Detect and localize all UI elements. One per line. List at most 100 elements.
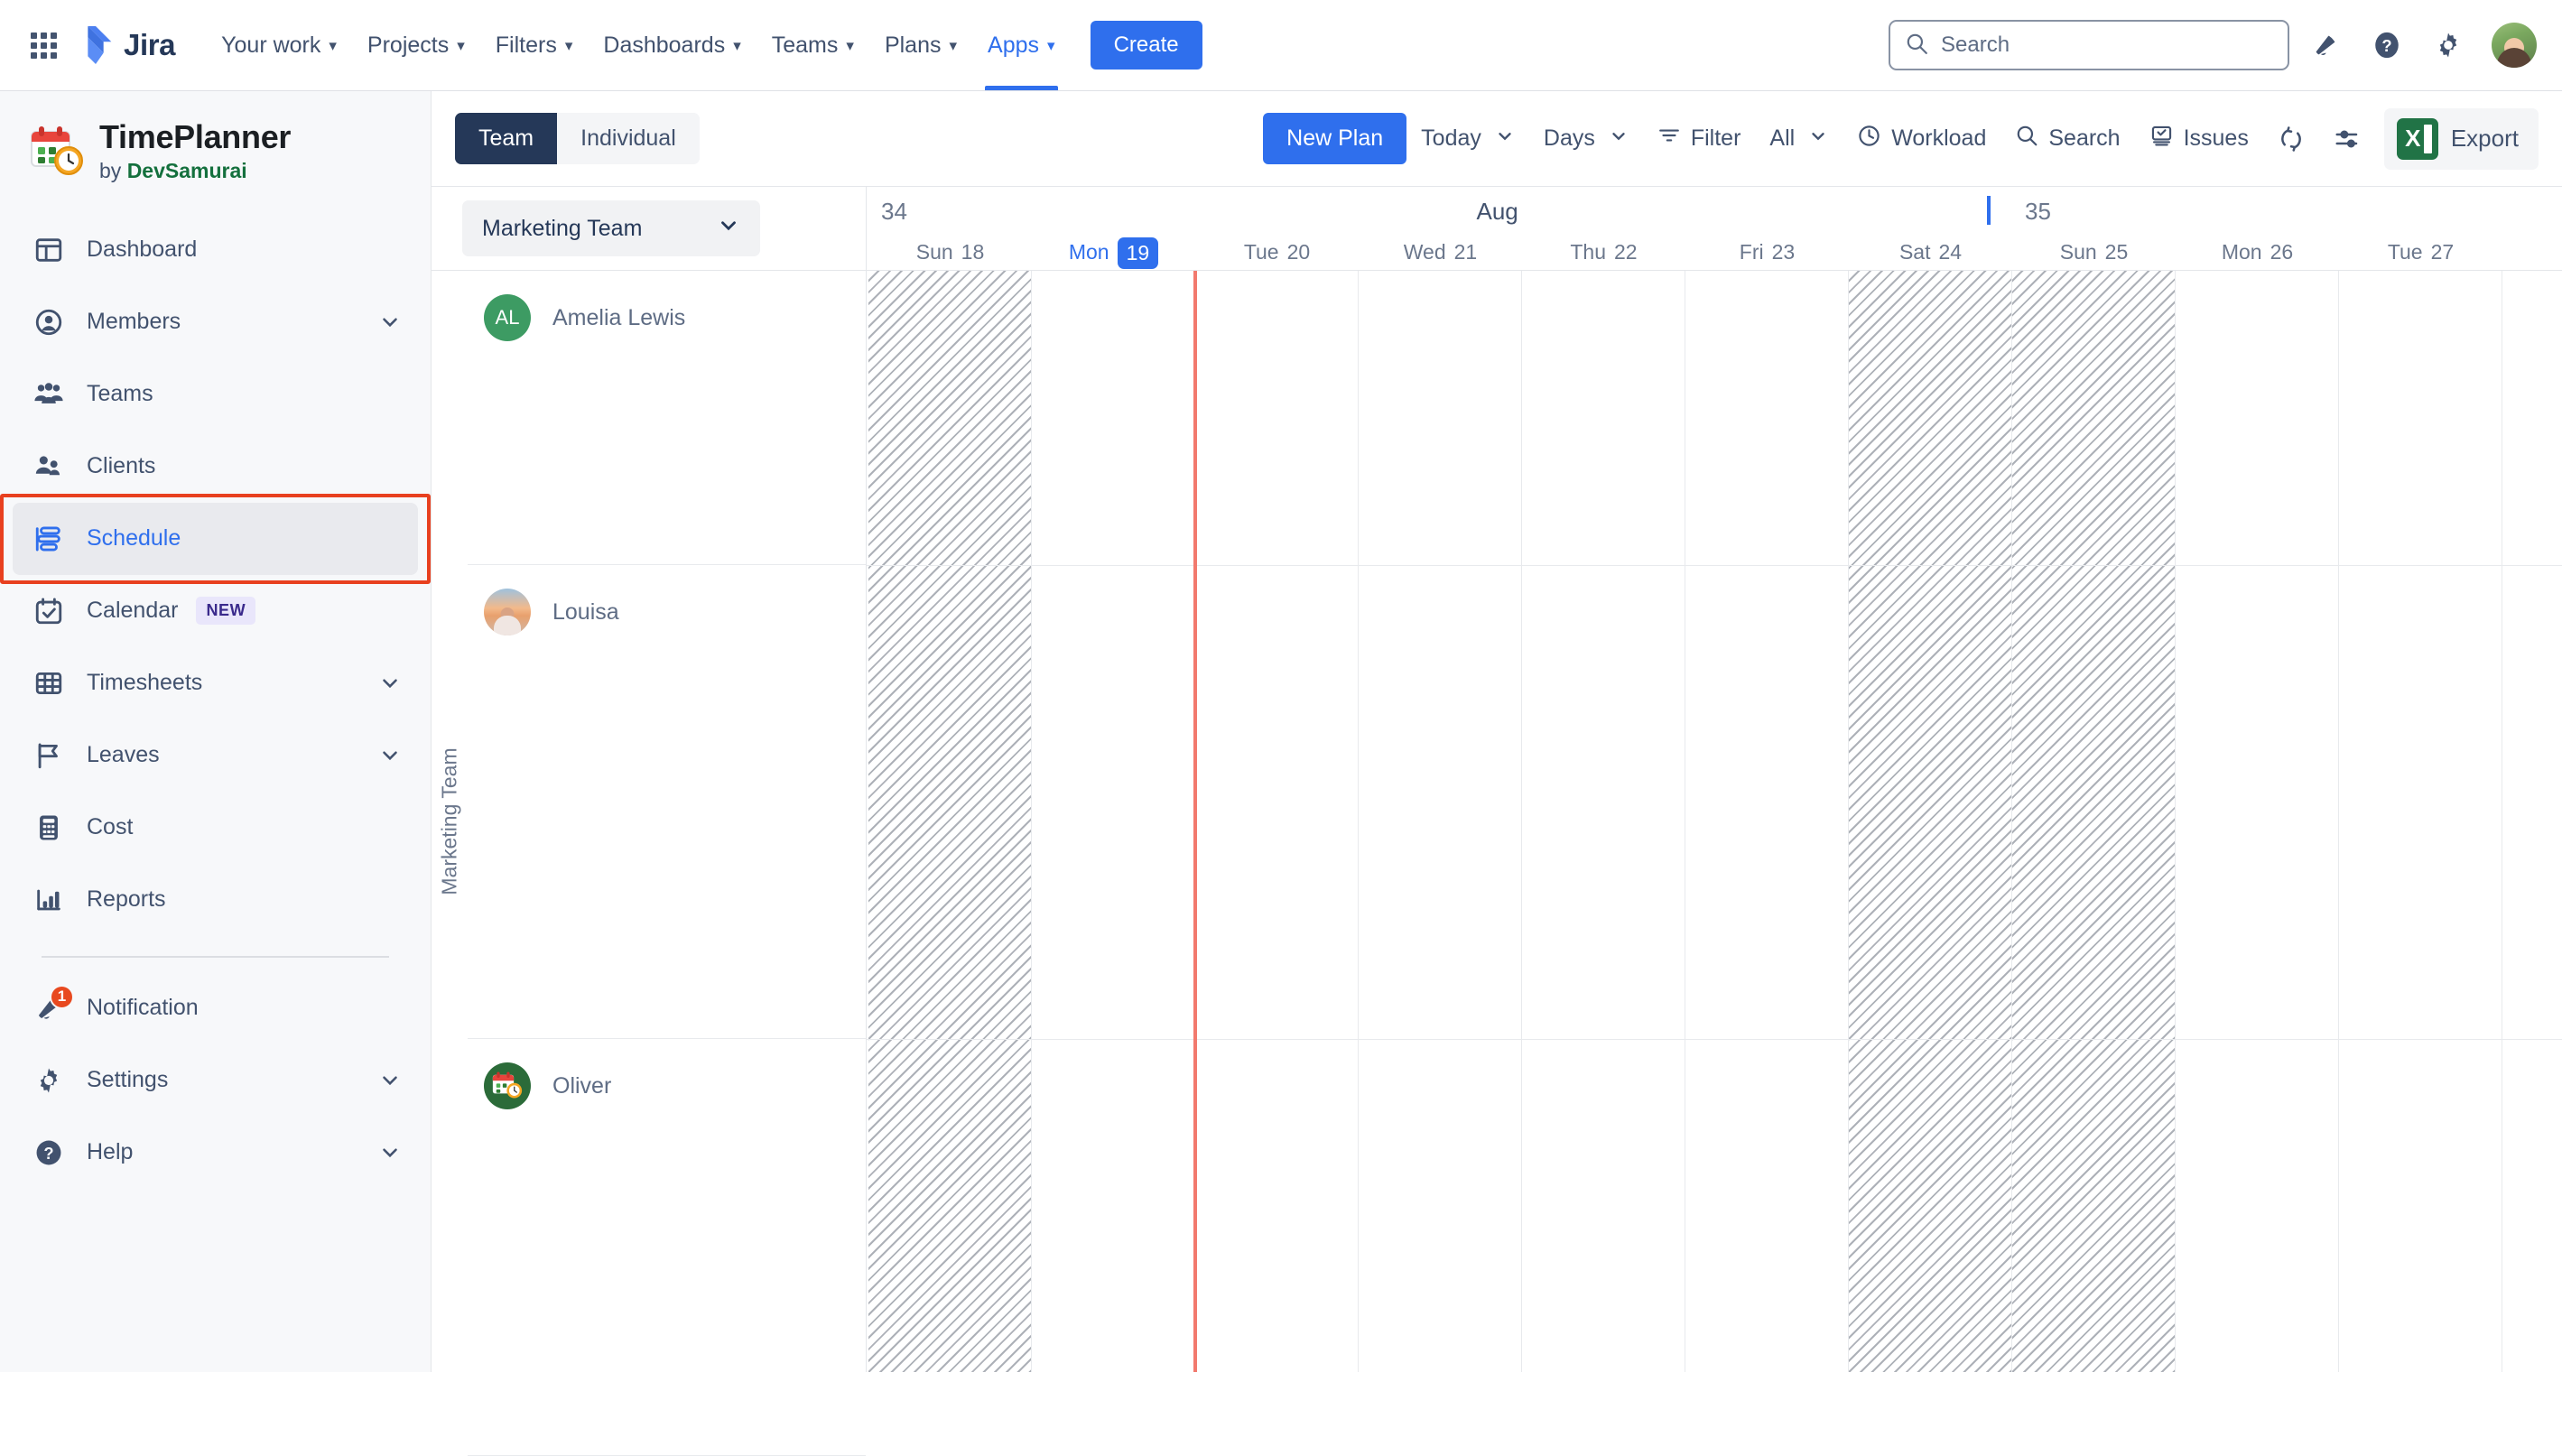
dashboard-layout-icon [29,230,69,270]
sidebar-item-calendar[interactable]: Calendar NEW [13,575,418,647]
bell-icon: 1 [29,984,74,1028]
global-search-input[interactable]: Search [1889,20,2289,70]
timeline-column-weekend[interactable] [868,271,1032,1372]
sidebar-item-clients[interactable]: Clients [13,431,418,503]
chevron-down-icon[interactable] [378,744,402,767]
sync-refresh-icon[interactable] [2263,115,2319,163]
chevron-down-icon: ▾ [846,36,854,54]
sidebar-item-help[interactable]: ? Help [13,1117,418,1189]
clock-icon [1857,124,1881,154]
avatar[interactable] [484,589,531,635]
sidebar-item-timesheets[interactable]: Timesheets [13,647,418,719]
table-grid-icon [29,663,69,703]
timeline-column[interactable] [1522,271,1685,1372]
chevron-down-icon[interactable] [378,1141,402,1164]
grid-apps-icon[interactable] [25,27,61,63]
day-header-cell[interactable]: Sun 25 [2012,234,2176,270]
calculator-icon [29,808,69,848]
timeline-column-weekend[interactable] [2012,271,2176,1372]
nav-teams[interactable]: Teams ▾ [757,0,869,90]
member-row[interactable]: AL Amelia Lewis [468,271,866,565]
nav-projects[interactable]: Projects ▾ [352,0,480,90]
tab-individual[interactable]: Individual [557,113,700,164]
nav-dashboards[interactable]: Dashboards ▾ [588,0,756,90]
day-header-cell[interactable]: Tue 20 [1195,234,1359,270]
sidebar-item-teams[interactable]: Teams [13,358,418,431]
timeline-column[interactable] [2176,271,2339,1372]
scale-label: Days [1543,125,1595,151]
sidebar-item-settings[interactable]: Settings [13,1044,418,1117]
jira-mark-icon [78,26,114,64]
chevron-down-icon[interactable] [378,1069,402,1092]
help-question-icon[interactable]: ? [2362,20,2412,70]
sidebar-item-schedule[interactable]: Schedule [0,493,431,584]
timeline-column[interactable] [1032,271,1195,1372]
week-number: 34 [881,198,907,225]
notifications-bell-icon[interactable] [2300,20,2351,70]
sidebar-item-reports[interactable]: Reports [13,864,418,936]
nav-label: Apps [988,32,1040,58]
schedule-search-button[interactable]: Search [2000,113,2134,164]
notification-count-badge: 1 [50,984,74,1009]
sidebar-item-notification[interactable]: 1 Notification [13,972,418,1044]
jira-logo[interactable]: Jira [78,26,176,64]
new-plan-button[interactable]: New Plan [1263,113,1407,164]
timeline-grid-body[interactable] [867,270,2562,1372]
view-mode-toggle: Team Individual [455,113,700,164]
chevron-down-icon[interactable] [378,311,402,334]
chevron-down-icon: ▾ [733,36,741,54]
workload-label: Workload [1891,125,1987,151]
avatar[interactable] [484,1062,531,1109]
export-button[interactable]: X Export [2383,107,2539,170]
issues-button[interactable]: Issues [2135,113,2263,165]
nav-your-work[interactable]: Your work ▾ [206,0,352,90]
day-header-cell[interactable]: Fri 23 [1685,234,1849,270]
timeline-column[interactable] [1685,271,1849,1372]
day-header-cell[interactable]: Thu 22 [1522,234,1685,270]
chevron-down-icon[interactable] [378,672,402,695]
sidebar-item-label: Calendar [87,598,179,624]
search-icon [2015,124,2038,153]
member-row[interactable]: Louisa [468,565,866,1039]
timeline-column-weekend[interactable] [1849,271,2012,1372]
timeline-column[interactable] [1359,271,1522,1372]
avatar[interactable] [2492,23,2537,68]
timeline-column[interactable] [1195,271,1359,1372]
help-circle-icon: ? [29,1133,69,1173]
nav-label: Teams [771,32,839,58]
chevron-down-icon [1808,126,1828,151]
nav-plans[interactable]: Plans ▾ [869,0,972,90]
day-header-cell[interactable]: Sun 18 [868,234,1032,270]
nav-label: Projects [367,32,450,58]
day-header-row: Sun 18 Mon 19 Tue 20 Wed 21 Thu 22 Fri 23 Sat 24 Sun 25… [867,234,2562,270]
all-dropdown[interactable]: All [1755,115,1843,162]
member-row[interactable]: Oliver [468,1039,866,1456]
nav-apps[interactable]: Apps ▾ [972,0,1071,90]
timeline-column[interactable] [2339,271,2502,1372]
avatar[interactable]: AL [484,294,531,341]
sidebar-item-label: Leaves [87,742,160,768]
filter-button[interactable]: Filter [1643,113,1756,164]
day-header-cell[interactable]: Tue 27 [2339,234,2502,270]
sidebar-item-cost[interactable]: Cost [13,792,418,864]
sliders-settings-icon[interactable] [2319,115,2375,163]
day-header-cell[interactable]: Mon 26 [2176,234,2339,270]
sidebar-item-leaves[interactable]: Leaves [13,719,418,792]
jira-nav-right: Search ? [1889,20,2537,70]
sidebar-item-members[interactable]: Members [13,286,418,358]
day-header-cell[interactable]: Wed 21 [1359,234,1522,270]
tab-team[interactable]: Team [455,113,558,164]
create-button[interactable]: Create [1090,21,1202,70]
workload-button[interactable]: Workload [1843,113,2000,165]
scale-dropdown[interactable]: Days [1529,115,1643,162]
sidebar-item-dashboard[interactable]: Dashboard [13,214,418,286]
day-header-cell[interactable]: Sat 24 [1849,234,2012,270]
day-header-cell[interactable]: Mon 19 [1032,234,1195,270]
nav-label: Filters [495,32,557,58]
settings-gear-icon[interactable] [2423,20,2474,70]
sidebar-item-label: Reports [87,886,166,913]
today-dropdown[interactable]: Today [1406,115,1529,162]
nav-filters[interactable]: Filters ▾ [480,0,589,90]
day-of-week-label: Fri [1739,239,1764,264]
team-selector-dropdown[interactable]: Marketing Team [462,200,760,256]
